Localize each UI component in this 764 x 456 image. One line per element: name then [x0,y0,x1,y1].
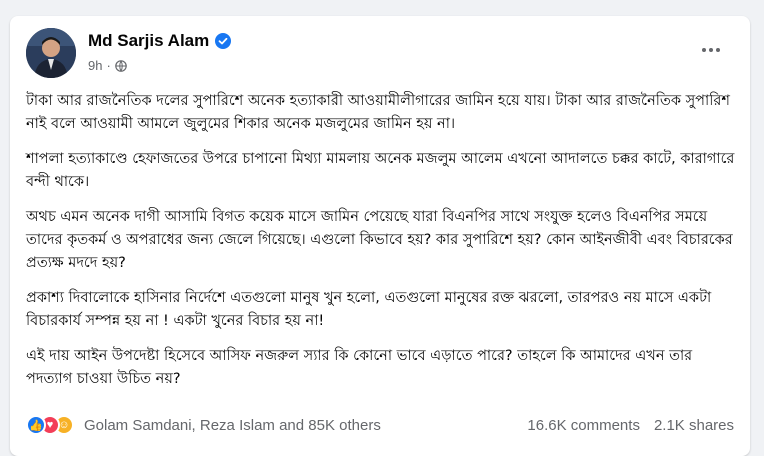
author-name[interactable]: Md Sarjis Alam [88,31,209,51]
post-body: টাকা আর রাজনৈতিক দলের সুপারিশে অনেক হত্য… [26,90,736,403]
post-card: Md Sarjis Alam 9h · টাকা আর রাজনৈতিক দলে… [10,16,750,456]
post-meta: 9h · [88,58,127,73]
shares-count[interactable]: 2.1K shares [654,417,734,434]
post-footer: 👍 ♥ ☺ Golam Samdani, Reza Islam and 85K … [26,412,734,438]
comments-count[interactable]: 16.6K comments [527,417,640,434]
post-time[interactable]: 9h [88,58,102,73]
more-options-icon[interactable] [696,40,726,60]
post-paragraph: টাকা আর রাজনৈতিক দলের সুপারিশে অনেক হত্য… [26,93,730,132]
meta-separator-dot: · [106,58,111,73]
post-paragraph: শাপলা হত্যাকাণ্ডে হেফাজতের উপরে চাপানো ম… [26,151,735,190]
post-paragraph: এই দায় আইন উপদেষ্টা হিসেবে আসিফ নজরুল স… [26,348,693,387]
reaction-names[interactable]: Golam Samdani, Reza Islam and 85K others [84,417,381,434]
reaction-icons[interactable]: 👍 ♥ ☺ [26,415,74,435]
post-paragraph: প্রকাশ্য দিবালোকে হাসিনার নির্দেশে এতগুল… [26,290,712,329]
author-name-row: Md Sarjis Alam [88,31,232,51]
like-icon: 👍 [26,415,46,435]
verified-badge-icon [215,33,232,49]
post-paragraph: অথচ এমন অনেক দাগী আসামি বিগত কয়েক মাসে … [26,209,733,271]
post-header: Md Sarjis Alam 9h · [26,28,734,84]
globe-icon [115,59,127,72]
post-stats: 16.6K comments 2.1K shares [527,417,734,434]
avatar[interactable] [26,28,76,78]
